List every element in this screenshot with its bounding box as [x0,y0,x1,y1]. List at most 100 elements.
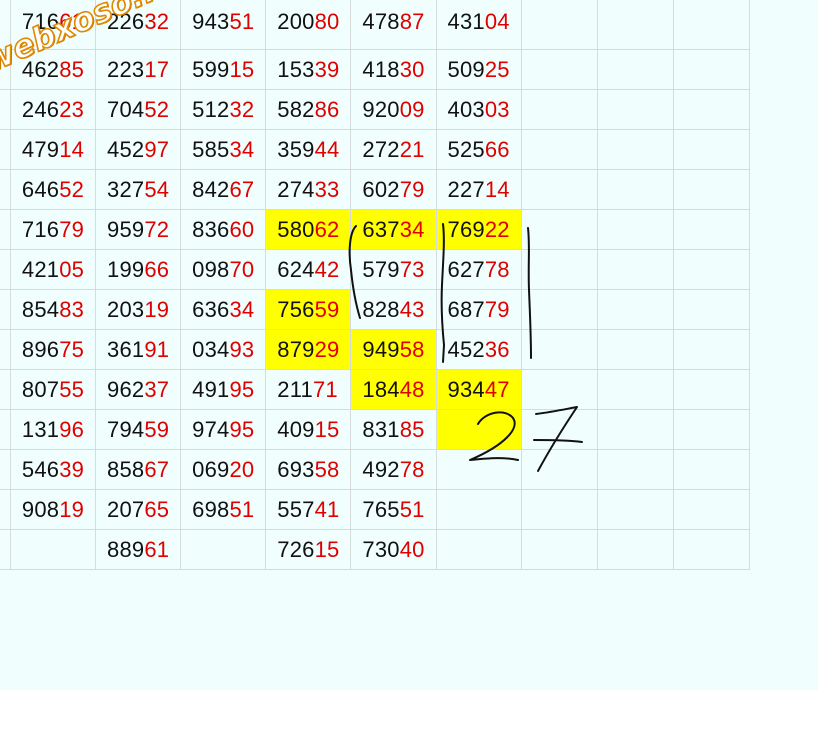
number-last-two-digits: 73 [399,257,425,282]
number-last-two-digits: 75 [59,337,85,362]
number-last-two-digits: 14 [59,137,85,162]
number-last-two-digits: 29 [314,337,340,362]
number-prefix: 274 [277,177,315,202]
result-cell: 27221 [350,129,437,170]
result-cell: 1 [0,529,11,570]
number-prefix: 199 [107,257,145,282]
table-row: 2246237045251232582869200940303 [0,89,751,130]
result-cell: 95972 [95,209,182,250]
result-cell: 83660 [180,209,267,250]
number-prefix: 211 [277,377,313,402]
result-cell [596,249,674,290]
result-cell: 57973 [350,249,437,290]
number-prefix: 034 [192,337,230,362]
result-cell: 68779 [435,289,522,330]
number-prefix: 646 [21,177,60,202]
number-last-two-digits: 97 [144,137,170,162]
result-cell: 59915 [180,49,267,90]
number-last-two-digits: 39 [314,57,340,82]
table-row: 1889617261573040 [0,529,751,570]
number-prefix: 698 [192,497,230,522]
result-cell [520,89,598,130]
result-cell: 47914 [9,129,97,170]
result-cell: 84267 [180,169,267,210]
number-prefix: 704 [107,97,145,122]
result-cell: 83185 [350,409,437,450]
number-prefix: 478 [362,9,400,34]
number-last-two-digits: 78 [399,457,425,482]
result-cell: 4 [0,129,11,170]
number-prefix: 069 [192,457,230,482]
number-prefix: 934 [447,377,485,402]
number-prefix: 246 [21,97,60,122]
result-cell [596,169,674,210]
number-prefix: 974 [192,417,230,442]
result-cell [596,49,674,90]
number-last-two-digits: 66 [484,137,510,162]
result-cell: 46285 [9,49,97,90]
result-cell: 22714 [435,169,522,210]
result-cell [596,449,674,490]
number-prefix: 879 [277,337,315,362]
table-row: 3646523275484267274336027922714 [0,169,751,210]
result-cell: 73040 [350,529,437,570]
result-cell: 7 [0,249,11,290]
number-last-two-digits: 96 [59,417,85,442]
result-cell: 58286 [265,89,352,130]
result-cell: 45297 [95,129,182,170]
number-last-two-digits: 39 [59,457,85,482]
result-cell [596,369,674,410]
result-cell: 13196 [9,409,97,450]
result-cell: 71679 [9,209,97,250]
table-row: 4479144529758534359442722152566 [0,129,751,170]
number-prefix: 765 [362,497,400,522]
number-prefix: 716 [21,217,60,242]
result-cell: 40915 [265,409,352,450]
number-prefix: 492 [362,457,400,482]
number-last-two-digits: 34 [229,137,255,162]
result-cell: 92009 [350,89,437,130]
result-cell: 4 [0,489,11,530]
number-prefix: 756 [277,297,315,322]
number-last-two-digits: 20 [229,457,255,482]
number-last-two-digits: 61 [144,537,170,562]
number-last-two-digits: 51 [229,9,255,34]
result-cell [596,529,674,570]
result-cell [520,169,598,210]
number-last-two-digits: 36 [484,337,510,362]
number-prefix: 098 [192,257,230,282]
number-last-two-digits: 34 [399,217,425,242]
result-cell: 58534 [180,129,267,170]
number-last-two-digits: 14 [484,177,510,202]
result-cell: 49278 [350,449,437,490]
number-last-two-digits: 47 [484,377,510,402]
result-cell [435,489,522,530]
number-prefix: 726 [277,537,315,562]
result-cell [672,529,751,570]
number-prefix: 462 [21,57,60,82]
number-last-two-digits: 15 [314,537,340,562]
result-cell: 63734 [350,209,437,250]
result-cell: 36191 [95,329,182,370]
result-cell [596,129,674,170]
number-last-two-digits: 91 [144,337,170,362]
number-prefix: 200 [277,9,315,34]
number-prefix: 920 [362,97,400,122]
number-last-two-digits: 65 [144,497,170,522]
result-cell [672,409,751,450]
result-cell: 2 [0,89,11,130]
number-last-two-digits: 05 [59,257,85,282]
number-prefix: 949 [362,337,400,362]
result-cell: 69358 [265,449,352,490]
number-prefix: 624 [277,257,315,282]
result-cell: 21171 [265,369,352,410]
number-last-two-digits: 32 [229,97,255,122]
number-prefix: 409 [277,417,315,442]
number-prefix: 836 [192,217,230,242]
number-last-two-digits: 85 [59,57,85,82]
number-last-two-digits: 60 [229,217,255,242]
number-last-two-digits: 58 [399,337,425,362]
result-cell: 20319 [95,289,182,330]
result-cell [596,329,674,370]
result-cell: 20765 [95,489,182,530]
